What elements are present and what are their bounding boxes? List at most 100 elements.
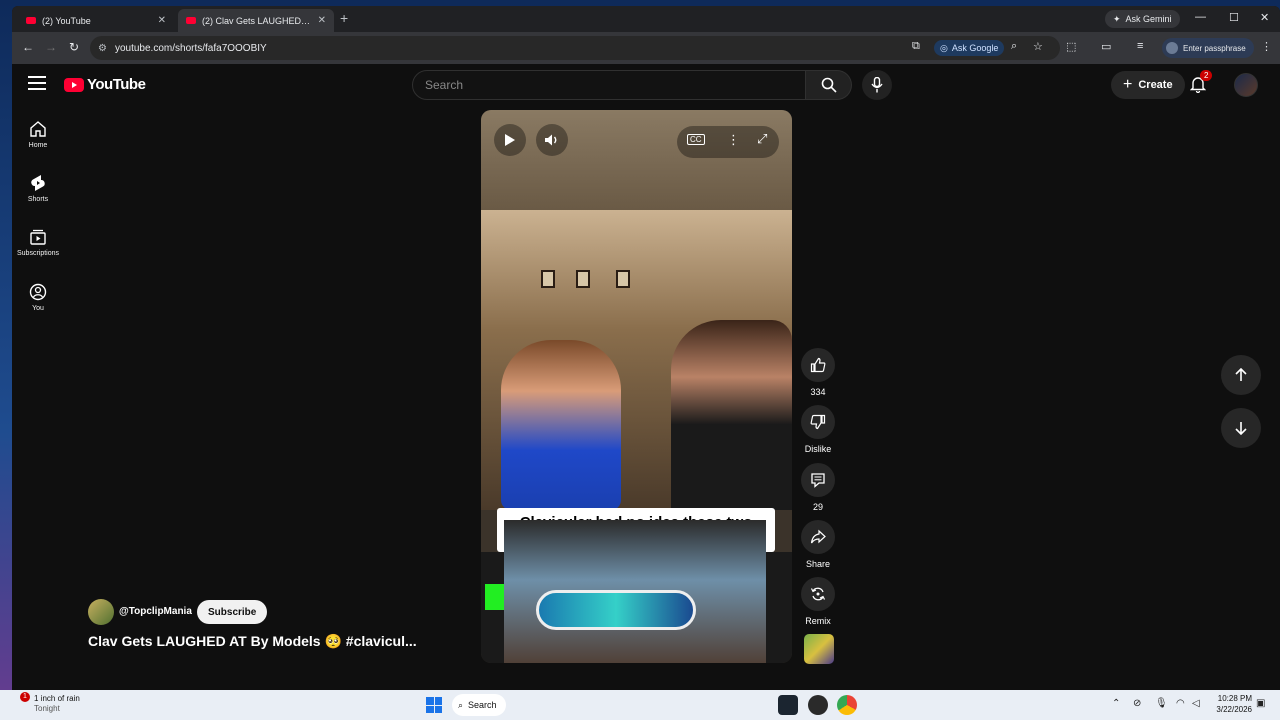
weather-alert-badge: 1: [20, 692, 30, 702]
close-tab-icon[interactable]: ✕: [318, 15, 326, 26]
forward-icon[interactable]: →: [45, 40, 57, 54]
next-short-button[interactable]: [1221, 408, 1261, 448]
sidebar-item-home[interactable]: Home: [12, 120, 64, 149]
lens-icon: ◎: [940, 42, 948, 53]
notification-center-icon[interactable]: ▣: [1256, 698, 1265, 709]
comment-icon: [811, 473, 825, 488]
search-placeholder: Search: [425, 78, 464, 92]
browser-toolbar: ← → ↻ ⚙ youtube.com/shorts/fafa7OOOBIY ⧉…: [12, 32, 1280, 64]
windows-start-icon[interactable]: [426, 697, 442, 713]
weather-widget[interactable]: 1 1 inch of rain Tonight: [20, 692, 80, 713]
youtube-favicon-icon: [26, 17, 36, 24]
profile-passphrase-button[interactable]: Enter passphrase: [1162, 38, 1254, 58]
gemini-sparkle-icon: ✦: [1113, 13, 1121, 24]
tray-overflow-icon[interactable]: ⌃: [1112, 698, 1120, 709]
youtube-header: YouTube Search + Create 2: [12, 64, 1280, 106]
tab-short[interactable]: (2) Clav Gets LAUGHED AT By M ✕: [178, 9, 334, 32]
short-title[interactable]: Clav Gets LAUGHED AT By Models 🥺 #clavic…: [88, 633, 417, 650]
youtube-play-logo-icon: [64, 77, 84, 92]
dislike-button[interactable]: Dislike: [801, 405, 835, 454]
remix-label: Remix: [805, 616, 831, 626]
create-button[interactable]: + Create: [1111, 71, 1185, 99]
hamburger-menu-icon[interactable]: [28, 76, 46, 90]
network-off-icon[interactable]: ⊘: [1133, 698, 1141, 709]
profile-avatar: [1166, 42, 1178, 54]
reload-icon[interactable]: ↻: [69, 40, 79, 54]
extensions-icon[interactable]: ⬚: [1066, 40, 1076, 53]
video-person-left: [501, 340, 621, 510]
ask-gemini-label: Ask Gemini: [1125, 14, 1172, 24]
site-info-icon[interactable]: ⚙: [98, 43, 107, 54]
search-button[interactable]: [806, 70, 852, 100]
weather-line-1: 1 inch of rain: [34, 694, 80, 703]
speaker-icon[interactable]: ◁: [1192, 698, 1200, 709]
mute-button[interactable]: [536, 124, 568, 156]
volume-icon: [545, 134, 557, 146]
ask-gemini-button[interactable]: ✦ Ask Gemini: [1105, 10, 1180, 28]
reading-list-icon[interactable]: ≡: [1137, 40, 1143, 52]
previous-short-button[interactable]: [1221, 355, 1261, 395]
sidebar-item-subscriptions[interactable]: Subscriptions: [12, 228, 64, 257]
taskbar-clock[interactable]: 10:28 PM 3/22/2026: [1208, 693, 1252, 715]
sidebar-item-you[interactable]: You: [12, 283, 64, 312]
close-window-icon[interactable]: ✕: [1260, 11, 1269, 24]
thumbs-up-icon: [810, 357, 826, 373]
microphone-icon: [871, 77, 883, 93]
maximize-icon[interactable]: ☐: [1229, 11, 1239, 24]
search-icon: [821, 77, 837, 93]
arrow-down-icon: [1235, 422, 1247, 435]
browser-window: (2) YouTube ✕ (2) Clav Gets LAUGHED AT B…: [12, 6, 1280, 690]
zoom-icon[interactable]: ⌕: [1011, 40, 1017, 53]
comments-button[interactable]: 29: [801, 463, 835, 512]
notifications-button[interactable]: 2: [1189, 70, 1213, 98]
share-button[interactable]: Share: [801, 520, 835, 569]
channel-avatar[interactable]: [88, 599, 114, 625]
taskbar-app-icon[interactable]: [808, 695, 828, 715]
clock-date: 3/22/2026: [1216, 705, 1252, 714]
remix-sound-thumbnail[interactable]: [804, 634, 834, 664]
ask-google-label: Ask Google: [951, 43, 999, 53]
youtube-logo[interactable]: YouTube: [64, 76, 146, 93]
comment-count: 29: [812, 502, 823, 512]
account-avatar[interactable]: [1234, 73, 1258, 97]
taskbar-search[interactable]: ⌕ Search: [452, 694, 506, 716]
subscriptions-icon: [30, 229, 46, 245]
wifi-icon[interactable]: ◠: [1176, 698, 1185, 709]
taskbar-app-icon[interactable]: [778, 695, 798, 715]
play-icon: [505, 134, 515, 146]
remix-button[interactable]: Remix: [801, 577, 835, 626]
close-tab-icon[interactable]: ✕: [158, 15, 166, 26]
split-view-icon[interactable]: ▭: [1101, 40, 1111, 53]
search-input[interactable]: Search: [412, 70, 806, 100]
more-menu-icon[interactable]: ⋮: [1261, 40, 1272, 53]
plus-icon: +: [1123, 76, 1133, 93]
play-button[interactable]: [494, 124, 526, 156]
new-tab-icon[interactable]: +: [340, 10, 348, 26]
like-button[interactable]: 334: [801, 348, 835, 397]
you-icon: [29, 283, 47, 301]
cast-icon[interactable]: ⧉: [912, 40, 920, 53]
voice-search-button[interactable]: [862, 70, 892, 100]
minimize-icon[interactable]: —: [1195, 11, 1206, 23]
more-options-icon[interactable]: ⋮: [727, 132, 740, 148]
fullscreen-icon[interactable]: ⤢: [757, 131, 767, 147]
tab-strip: (2) YouTube ✕ (2) Clav Gets LAUGHED AT B…: [12, 6, 1280, 32]
share-label: Share: [805, 559, 831, 569]
sidebar-item-label: You: [32, 305, 44, 312]
captions-icon[interactable]: CC: [687, 134, 705, 145]
ask-google-button[interactable]: ◎ Ask Google: [934, 40, 1005, 56]
back-icon[interactable]: ←: [22, 40, 34, 54]
clock-time: 10:28 PM: [1217, 694, 1252, 703]
bookmark-star-icon[interactable]: ☆: [1033, 40, 1043, 53]
shorts-video-player[interactable]: Clavicular had no idea these two CC ⋮ ⤢: [481, 110, 792, 663]
subscribe-button[interactable]: Subscribe: [197, 600, 268, 624]
chrome-icon[interactable]: [837, 695, 857, 715]
sidebar-item-shorts[interactable]: Shorts: [12, 174, 64, 203]
url-text: youtube.com/shorts/fafa7OOOBIY: [114, 42, 267, 54]
channel-name[interactable]: @TopclipMania: [119, 606, 192, 617]
microphone-tray-icon[interactable]: 🎙: [1155, 698, 1168, 709]
create-label: Create: [1138, 79, 1173, 91]
tab-youtube[interactable]: (2) YouTube ✕: [18, 9, 174, 32]
dislike-label: Dislike: [804, 444, 832, 454]
video-wall-frame: [616, 270, 630, 288]
